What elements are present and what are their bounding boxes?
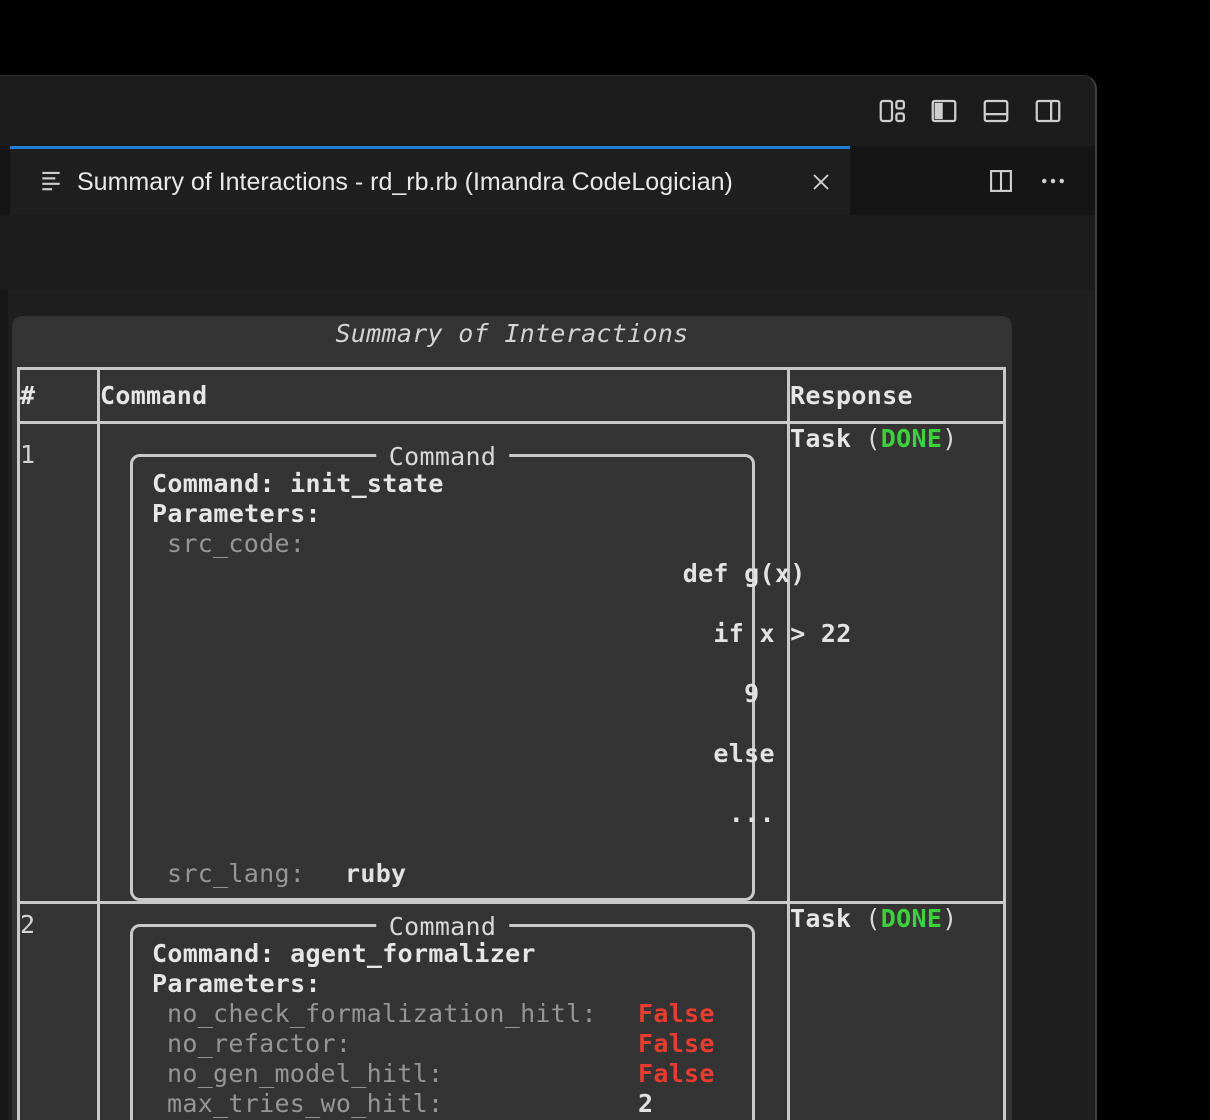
editor-area: Summary of Interactions # Command Respon…: [0, 290, 1095, 1120]
param-value: False: [638, 1029, 715, 1059]
param-row: no_gen_model_hitl: False: [167, 1059, 738, 1089]
file-lines-icon: [38, 167, 64, 198]
param-row: no_check_formalization_hitl: False: [167, 999, 738, 1029]
param-row: max_tries_wo_hitl: 2: [167, 1089, 738, 1119]
param-row: no_refactor: False: [167, 1029, 738, 1059]
command-panel-title: Command: [376, 441, 509, 472]
tab-title: Summary of Interactions - rd_rb.rb (Iman…: [77, 168, 791, 197]
vscode-window: Summary of Interactions - rd_rb.rb (Iman…: [0, 75, 1097, 1120]
response-cell: Task (DONE): [789, 903, 1005, 1120]
response-status-done: DONE: [881, 904, 942, 933]
param-value-code: def g(x) if x > 22 9 else ...: [345, 529, 852, 859]
params-label: Parameters:: [152, 499, 738, 529]
response-paren-open: (: [865, 904, 880, 933]
split-editor-icon[interactable]: [987, 167, 1015, 195]
param-name: no_check_formalization_hitl:: [167, 999, 638, 1029]
table-row: 2 Command Command: agent_formalizer Para…: [19, 903, 1005, 1120]
toggle-panel-icon[interactable]: [981, 96, 1011, 126]
response-status-done: DONE: [881, 424, 942, 453]
param-row: src_lang: ruby: [167, 859, 738, 889]
command-line: Command: init_state: [152, 469, 738, 499]
params-label: Parameters:: [152, 969, 738, 999]
command-line: Command: agent_formalizer: [152, 939, 738, 969]
toggle-secondary-sidebar-icon[interactable]: [1033, 96, 1063, 126]
response-task: Task: [790, 904, 851, 933]
param-name: max_tries_wo_hitl:: [167, 1089, 638, 1119]
response-paren-close: ): [942, 904, 957, 933]
table-row: 1 Command Command: init_state Parameters…: [19, 423, 1005, 903]
editor-actions: [987, 146, 1067, 215]
param-name: no_refactor:: [167, 1029, 638, 1059]
summary-terminal-panel: Summary of Interactions # Command Respon…: [12, 316, 1012, 1120]
row-index: 2: [19, 903, 99, 1120]
close-icon[interactable]: [804, 165, 838, 199]
param-row: src_code: def g(x) if x > 22 9 else ...: [167, 529, 738, 859]
param-name: src_code:: [167, 529, 345, 559]
terminal-title: Summary of Interactions: [12, 319, 1012, 349]
param-name: src_lang:: [167, 859, 345, 889]
response-paren-close: ): [942, 424, 957, 453]
command-panel: Command Command: init_state Parameters: …: [130, 454, 755, 901]
titlebar: [0, 76, 1095, 146]
editor-left-strip: [0, 290, 8, 1120]
customize-layout-icon[interactable]: [877, 96, 907, 126]
param-value: False: [638, 999, 715, 1029]
more-actions-icon[interactable]: [1039, 167, 1067, 195]
header-num: #: [19, 369, 99, 423]
layout-controls: [877, 96, 1063, 126]
header-command: Command: [99, 369, 789, 423]
tab-summary-of-interactions[interactable]: Summary of Interactions - rd_rb.rb (Iman…: [10, 146, 850, 215]
table-header-row: # Command Response: [19, 369, 1005, 423]
row-index: 1: [19, 423, 99, 903]
header-response: Response: [789, 369, 1005, 423]
response-task: Task: [790, 424, 851, 453]
param-value: ruby: [345, 859, 406, 889]
response-paren-open: (: [865, 424, 880, 453]
param-value: False: [638, 1059, 715, 1089]
param-value: 2: [638, 1089, 653, 1119]
command-panel-title: Command: [376, 911, 509, 942]
param-name: no_gen_model_hitl:: [167, 1059, 638, 1089]
tab-bar: Summary of Interactions - rd_rb.rb (Iman…: [0, 146, 1095, 215]
command-panel: Command Command: agent_formalizer Parame…: [130, 924, 755, 1120]
toggle-primary-sidebar-icon[interactable]: [929, 96, 959, 126]
interactions-table: # Command Response 1 Command Command: in…: [17, 367, 1006, 1120]
